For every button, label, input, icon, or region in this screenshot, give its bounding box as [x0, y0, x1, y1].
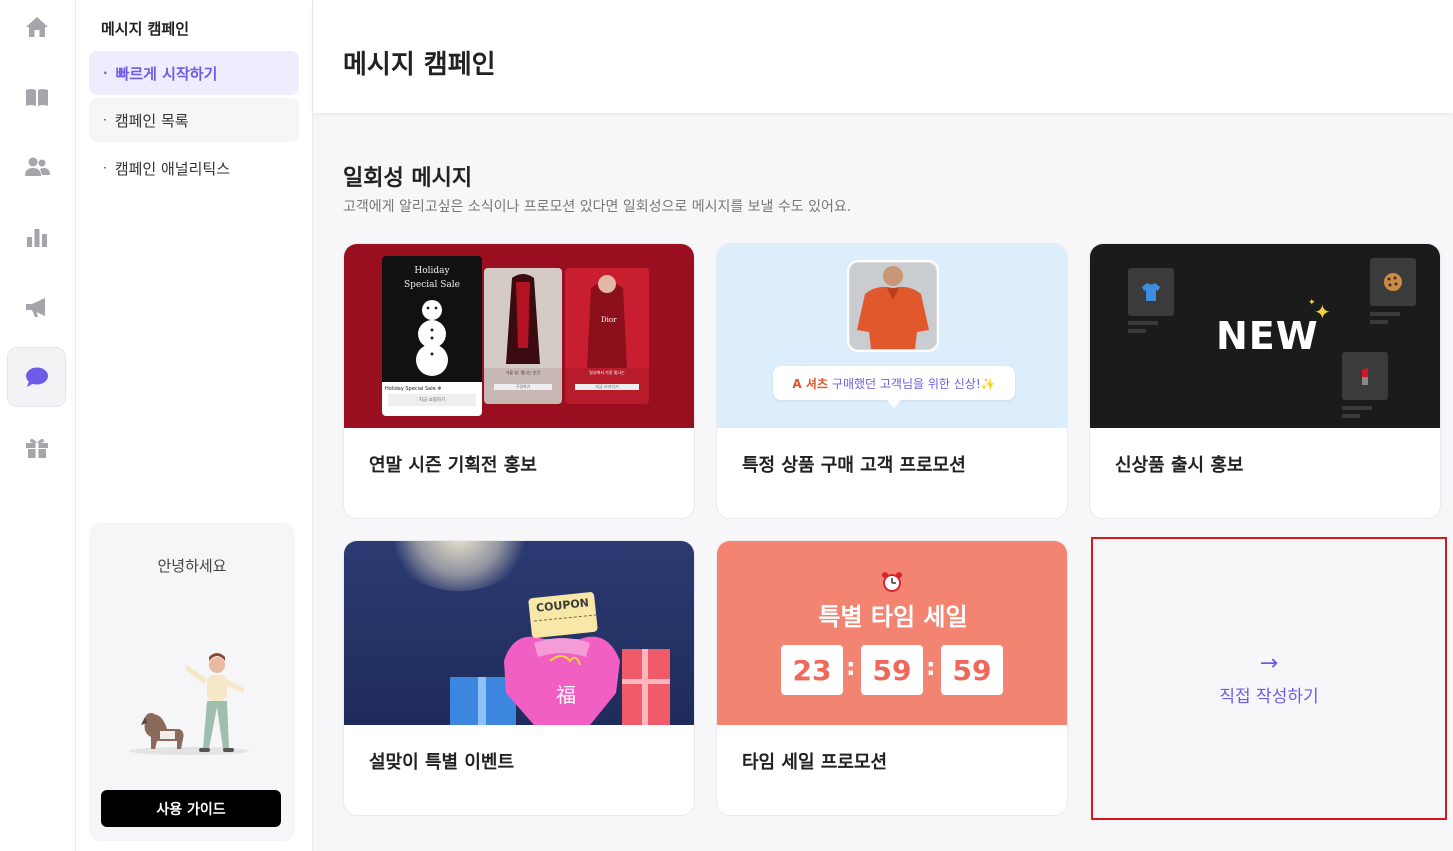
- fortune-char: 福: [556, 683, 576, 707]
- rail-campaign[interactable]: [7, 277, 66, 337]
- rail-home[interactable]: [7, 0, 66, 57]
- time-sale-title: 특별 타임 세일: [818, 603, 968, 631]
- template-card-time-sale[interactable]: 특별 타임 세일 23 : 59 : 59 타임 세일 프로모션: [716, 540, 1068, 816]
- person-with-dog-illustration: [129, 653, 249, 755]
- cookie-thumb: [1370, 258, 1416, 306]
- card-thumbnail: 특별 타임 세일 23 : 59 : 59: [717, 541, 1067, 725]
- lucky-bag-illustration: [450, 592, 670, 725]
- tshirt-icon: [1142, 283, 1160, 301]
- subnav-title: 메시지 캠페인: [101, 20, 190, 38]
- page-title: 메시지 캠페인: [343, 50, 496, 80]
- rail-analytics[interactable]: [7, 207, 66, 267]
- lipstick-thumb: [1342, 352, 1388, 400]
- new-badge: NEW: [1216, 314, 1319, 358]
- sale-title: Holiday Special Sale: [403, 266, 460, 290]
- tshirt-thumb: [1128, 268, 1174, 316]
- shop-now-chip: 지금 쇼핑하기: [388, 394, 476, 406]
- sale-caption: Holiday Special Sale ❄: [385, 386, 442, 392]
- promo-message-bubble: A 셔츠 구매했던 고객님을 위한 신상!✨: [773, 366, 1015, 400]
- template-card-year-end-promo[interactable]: Holiday Special Sale Holiday Special Sal…: [343, 243, 695, 519]
- greeting-card: 안녕하세요 사용 가이드: [89, 523, 295, 841]
- lipstick-icon: [1362, 367, 1368, 385]
- arrow-right-icon: →: [1259, 650, 1279, 676]
- megaphone-icon: [25, 298, 45, 317]
- subnav-item-label: 캠페인 애널리틱스: [114, 159, 230, 178]
- rail-users[interactable]: [7, 137, 66, 197]
- book-icon: [25, 89, 48, 106]
- card-thumbnail: NEW ✦ ✦: [1090, 244, 1440, 428]
- snowman-image: [416, 300, 448, 376]
- icon-rail: [0, 0, 76, 851]
- sparkle-icon: ✦: [1314, 300, 1331, 324]
- subnav-item-campaign-list[interactable]: · 캠페인 목록: [89, 98, 299, 142]
- red-coat-image: [484, 268, 562, 368]
- page-header: 메시지 캠페인: [313, 0, 1453, 113]
- subnav-item-quick-start[interactable]: · 빠르게 시작하기: [89, 51, 299, 95]
- orange-shirt-image: [847, 260, 939, 352]
- users-icon: [24, 157, 50, 176]
- create-directly-card[interactable]: → 직접 작성하기: [1091, 537, 1447, 820]
- create-directly-label: 직접 작성하기: [1219, 686, 1319, 707]
- subnav-item-label: 빠르게 시작하기: [115, 64, 218, 83]
- card-thumbnail: Holiday Special Sale Holiday Special Sal…: [344, 244, 694, 428]
- card-label: 연말 시즌 기획전 홍보: [369, 455, 537, 476]
- template-card-new-product[interactable]: NEW ✦ ✦ 신상품 출시 홍보: [1089, 243, 1441, 519]
- timer-hours: 23: [781, 645, 843, 695]
- rail-docs[interactable]: [7, 67, 66, 127]
- home-icon: [25, 17, 48, 37]
- chat-icon: [25, 367, 48, 387]
- sparkle-small-icon: ✦: [1308, 298, 1316, 308]
- template-card-new-year-event[interactable]: COUPON 福 설맞이 특별 이벤트: [343, 540, 695, 816]
- greeting-text: 안녕하세요: [157, 557, 227, 575]
- rail-rewards[interactable]: [7, 417, 66, 477]
- subnav-item-label: 캠페인 목록: [114, 111, 189, 130]
- card-label: 신상품 출시 홍보: [1115, 455, 1244, 476]
- card-label: 타임 세일 프로모션: [742, 752, 888, 773]
- bar-chart-icon: [26, 229, 47, 247]
- card-thumbnail: A 셔츠 구매했던 고객님을 위한 신상!✨: [717, 244, 1067, 428]
- card-thumbnail: COUPON 福: [344, 541, 694, 725]
- card-label: 특정 상품 구매 고객 프로모션: [742, 455, 966, 476]
- section-title: 일회성 메시지: [343, 166, 473, 191]
- timer-minutes: 59: [861, 645, 923, 695]
- timer-seconds: 59: [941, 645, 1003, 695]
- section-description: 고객에게 알리고싶은 소식이나 프로모션 있다면 일회성으로 메시지를 보낼 수…: [343, 199, 852, 215]
- alarm-clock-icon: [882, 572, 902, 592]
- card-label: 설맞이 특별 이벤트: [369, 752, 515, 773]
- rail-messages[interactable]: [7, 347, 66, 407]
- subnav-item-campaign-analytics[interactable]: · 캠페인 애널리틱스: [89, 146, 299, 190]
- gift-icon: [25, 438, 48, 458]
- cookie-icon: [1384, 273, 1402, 291]
- template-card-purchase-promo[interactable]: A 셔츠 구매했던 고객님을 위한 신상!✨ 특정 상품 구매 고객 프로모션: [716, 243, 1068, 519]
- campaign-subnav: 메시지 캠페인 · 빠르게 시작하기 · 캠페인 목록 · 캠페인 애널리틱스 안녕하…: [76, 0, 313, 851]
- user-guide-button[interactable]: 사용 가이드: [101, 790, 281, 827]
